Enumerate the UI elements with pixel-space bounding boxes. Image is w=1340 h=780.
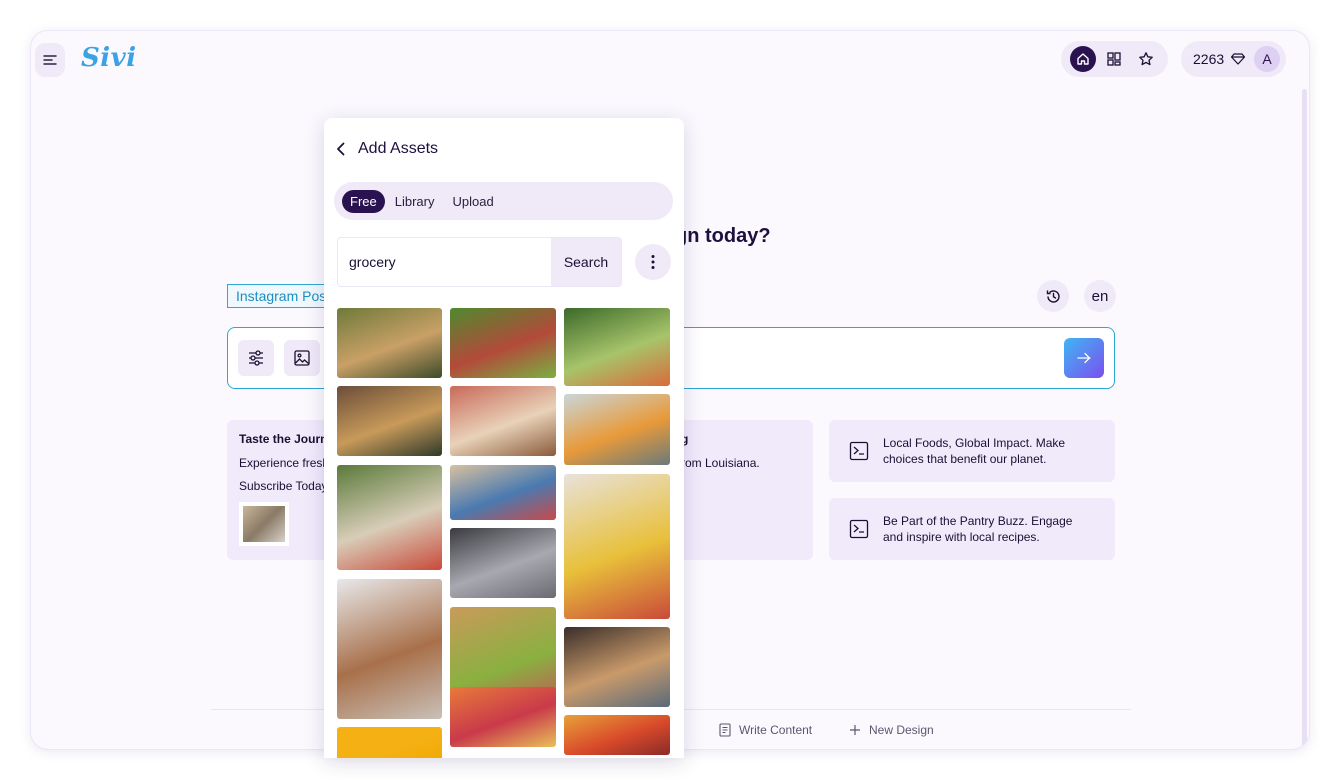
suggestion-card-2[interactable]: Be Part of the Pantry Buzz. Engage and i… [829,498,1115,560]
card-text: rom Louisiana. [681,456,760,470]
asset-image-shopping-carts[interactable] [450,528,556,598]
asset-image-store-shelves[interactable] [564,627,670,707]
nav-group [1061,41,1168,77]
document-icon [719,723,731,737]
asset-image-packaged-goods[interactable] [450,465,556,520]
suggestion-card-1[interactable]: Local Foods, Global Impact. Make choices… [829,420,1115,482]
tab-library[interactable]: Library [387,190,443,213]
suggestion-text: Local Foods, Global Impact. Make choices… [883,436,1066,466]
asset-image-bananas-bag[interactable] [564,474,670,619]
prompt-icon [849,519,869,539]
menu-button[interactable] [35,43,65,77]
home-icon [1077,53,1089,65]
new-design-label: New Design [869,723,934,737]
more-options-button[interactable] [635,244,671,280]
asset-image-vegetable-shelves[interactable] [564,308,670,386]
asset-search: Search [337,237,622,287]
asset-image-produce-aisle[interactable] [337,308,442,378]
asset-image-cart-vegetables[interactable] [337,465,442,570]
panel-header: Add Assets [336,140,438,158]
scrollbar[interactable] [1302,89,1307,749]
sliders-icon [249,350,263,366]
image-tool-button[interactable] [284,340,320,376]
language-button[interactable]: en [1084,280,1116,312]
asset-tabs: Free Library Upload [334,182,673,220]
grid-icon [1107,52,1122,66]
asset-image-fruit-stand[interactable] [450,687,556,747]
gem-icon [1231,53,1246,65]
asset-image-citrus-pile[interactable] [564,715,670,755]
credits-pill[interactable]: 2263 A [1181,41,1286,77]
favorites-button[interactable] [1133,46,1159,72]
templates-button[interactable] [1101,46,1127,72]
card-thumbnail [239,502,289,546]
chevron-left-icon [337,142,345,156]
menu-icon [43,55,57,65]
add-assets-panel: Add Assets Free Library Upload Search [324,118,684,758]
tab-upload[interactable]: Upload [444,190,501,213]
asset-image-paper-bag[interactable] [337,579,442,719]
asset-image-yellow-card[interactable] [337,727,442,758]
search-input[interactable] [338,238,551,286]
home-button[interactable] [1069,46,1096,72]
image-icon [294,350,310,366]
suggestion-text: Be Part of the Pantry Buzz. Engage and i… [883,514,1073,544]
settings-tool-button[interactable] [238,340,274,376]
avatar[interactable]: A [1254,46,1280,72]
more-vertical-icon [651,255,655,269]
plus-icon [850,725,860,735]
asset-image-apples-bag[interactable] [450,386,556,456]
card-title: g [681,432,689,446]
asset-image-store-aisle[interactable] [337,386,442,456]
tab-free[interactable]: Free [342,189,385,213]
star-icon [1139,52,1153,66]
asset-image-shopper-woman[interactable] [564,394,670,465]
prompt-icon [849,441,869,461]
write-content-label: Write Content [739,723,813,737]
design-card-2[interactable]: g rom Louisiana. [671,420,813,560]
send-button[interactable] [1064,338,1104,378]
back-button[interactable] [336,142,346,156]
asset-image-leafy-greens[interactable] [450,308,556,378]
app-logo[interactable]: Sivi [81,43,137,73]
format-tag[interactable]: Instagram Post [227,284,337,308]
search-button[interactable]: Search [551,238,621,286]
history-button[interactable] [1037,280,1069,312]
arrow-right-icon [1077,352,1091,364]
write-content-button[interactable]: Write Content [719,723,812,737]
new-design-button[interactable]: New Design [849,723,934,737]
history-icon [1046,289,1060,303]
credits-count: 2263 [1193,51,1225,67]
panel-title: Add Assets [358,140,439,157]
